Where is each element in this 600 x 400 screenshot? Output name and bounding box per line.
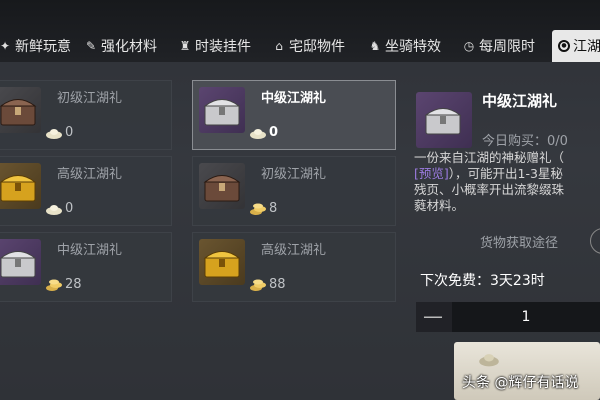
silver-ingot-icon [46,128,62,139]
gold-chest-icon [0,175,37,202]
acquisition-source-label: 货物获取途径 [480,236,559,251]
target-icon: ● [558,40,570,52]
decrease-quantity-button[interactable]: — [416,302,450,332]
tab-mansion[interactable]: ⌂ 宅邸物件 [272,34,345,58]
item-price: 0 [45,201,73,216]
item-cost: 88 [269,277,286,292]
quantity-input[interactable]: 1 [452,302,600,332]
watermark-prefix: 头条 [462,375,490,391]
tab-jianghu[interactable]: ● 江湖 [552,30,600,62]
tab-label: 新鲜玩意 [15,39,71,55]
tab-mount-effect[interactable]: ♞ 坐骑特效 [368,34,441,58]
gold-ingot-icon [250,203,266,215]
tab-novelty[interactable]: ✦ 新鲜玩意 [0,34,71,58]
item-price: 0 [45,125,73,140]
help-icon[interactable]: ? [590,228,600,254]
tab-label: 每周限时 [479,39,535,55]
item-thumbnail [0,87,41,133]
tab-weekly-limited[interactable]: ◷ 每周限时 [462,34,535,58]
item-name: 初级江湖礼 [57,91,123,106]
item-name: 中级江湖礼 [261,91,327,106]
item-thumbnail [199,163,245,209]
tab-label: 时装挂件 [195,39,251,55]
item-description: 一份来自江湖的神秘赠礼（ [预览]），可能开出1-3星秘 残页、小概率开出流黎缀… [414,150,600,214]
shop-item-card[interactable]: 初级江湖礼 8 [192,156,396,226]
tab-label: 强化材料 [101,39,157,55]
category-tab-bar: ✦ 新鲜玩意 ✎ 强化材料 ♜ 时装挂件 ⌂ 宅邸物件 ♞ 坐骑特效 ◷ 每周限… [0,0,600,62]
tab-costume[interactable]: ♜ 时装挂件 [178,34,251,58]
gold-ingot-icon [46,279,62,291]
preview-link[interactable]: [预览] [414,166,449,181]
item-price: 8 [249,201,277,216]
gold-ingot-icon [250,279,266,291]
quantity-stepper: — 1 [416,302,600,332]
item-name: 中级江湖礼 [57,243,123,258]
item-price: 0 [249,125,278,140]
shop-item-card[interactable]: 初级江湖礼 0 [0,80,172,150]
item-price: 28 [45,277,82,292]
item-name: 高级江湖礼 [57,167,123,182]
costume-icon: ♜ [179,39,191,53]
detail-item-name: 中级江湖礼 [482,92,558,110]
item-name: 高级江湖礼 [261,243,327,258]
tab-label: 宅邸物件 [289,39,345,55]
desc-line: 一份来自江湖的神秘赠礼（ [414,150,565,165]
silver-ingot-icon [46,204,62,215]
watermark: 头条 @辉仔有话说 [462,372,578,392]
horse-icon: ♞ [369,39,381,53]
desc-line: 残页、小概率开出流黎缀珠 [414,182,565,197]
desc-line: ），可能开出1-3星秘 [448,166,563,181]
item-cost: 0 [65,125,74,140]
clock-icon: ◷ [463,39,475,53]
silver-ingot-icon [250,128,266,139]
item-thumbnail [199,239,245,285]
item-thumbnail [199,87,245,133]
shop-item-card[interactable]: 中级江湖礼 28 [0,232,172,302]
item-cost: 0 [269,125,279,140]
shop-item-card[interactable]: 高级江湖礼 0 [0,156,172,226]
desc-line: 蕤材料。 [414,198,465,213]
silver-chest-icon [0,251,37,278]
shop-item-card-selected[interactable]: 中级江湖礼 0 [192,80,396,150]
item-thumbnail [0,163,41,209]
daily-purchase-count: 今日购买：0/0 [482,134,568,149]
wrench-icon: ✎ [85,39,97,53]
silver-chest-icon [424,108,462,135]
next-free-timer: 下次免费：3天23时 [420,273,545,289]
house-icon: ⌂ [275,39,283,53]
tab-enhance-material[interactable]: ✎ 强化材料 [84,34,157,58]
tab-label: 坐骑特效 [385,39,441,55]
tab-label: 江湖 [573,39,600,55]
item-cost: 28 [65,277,82,292]
item-cost: 8 [269,201,278,216]
bronze-chest-icon [0,99,37,126]
item-cost: 0 [65,201,74,216]
bronze-chest-icon [203,175,241,202]
silver-ingot-icon [479,354,499,367]
shop-item-card[interactable]: 高级江湖礼 88 [192,232,396,302]
item-name: 初级江湖礼 [261,167,327,182]
item-price: 88 [249,277,286,292]
star-icon: ✦ [0,39,11,53]
watermark-handle: @辉仔有话说 [494,375,579,391]
item-thumbnail [0,239,41,285]
detail-thumbnail [416,92,472,148]
gold-chest-icon [203,251,241,278]
silver-chest-icon [203,99,241,126]
